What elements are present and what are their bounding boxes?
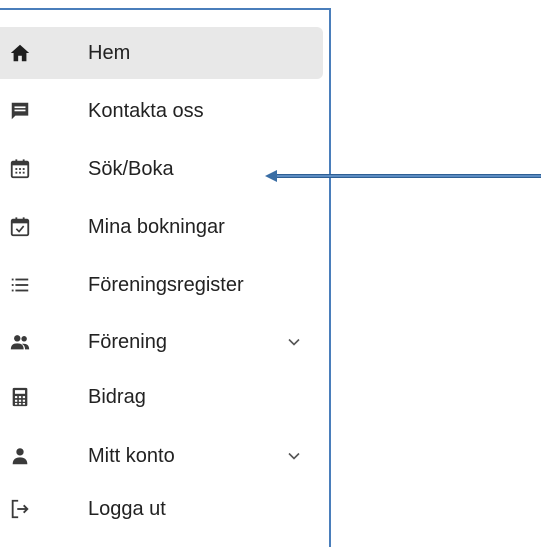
chevron-down-icon[interactable] xyxy=(287,335,301,349)
menu-item-mina-bokningar[interactable]: Mina bokningar xyxy=(0,201,323,253)
menu-item-logga-ut[interactable]: Logga ut xyxy=(0,483,323,535)
calendar-icon xyxy=(9,158,31,180)
annotation-arrow xyxy=(265,170,541,182)
menu-item-label: Förening xyxy=(88,330,167,353)
menu-item-bidrag[interactable]: Bidrag xyxy=(0,371,323,423)
group-icon xyxy=(9,331,31,353)
menu-item-label: Mitt konto xyxy=(88,444,175,467)
logout-icon xyxy=(9,498,31,520)
list-icon xyxy=(9,274,31,296)
menu-item-hem[interactable]: Hem xyxy=(0,27,323,79)
menu-item-forening[interactable]: Förening xyxy=(0,316,323,368)
screenshot-stage: Hem Kontakta oss Sök/Boka Mina bokningar xyxy=(0,0,543,547)
menu-item-kontakta-oss[interactable]: Kontakta oss xyxy=(0,85,323,137)
calendar-check-icon xyxy=(9,216,31,238)
menu-item-foreningsregister[interactable]: Föreningsregister xyxy=(0,259,323,311)
menu-item-label: Föreningsregister xyxy=(88,273,244,296)
calculator-icon xyxy=(9,386,31,408)
chevron-down-icon[interactable] xyxy=(287,449,301,463)
menu-item-mitt-konto[interactable]: Mitt konto xyxy=(0,430,323,482)
menu-item-label: Bidrag xyxy=(88,385,146,408)
side-navigation: Hem Kontakta oss Sök/Boka Mina bokningar xyxy=(0,8,331,547)
person-icon xyxy=(9,445,31,467)
menu-item-label: Kontakta oss xyxy=(88,99,204,122)
menu-item-label: Sök/Boka xyxy=(88,157,174,180)
message-icon xyxy=(9,100,31,122)
menu-item-label: Logga ut xyxy=(88,497,166,520)
menu-item-label: Mina bokningar xyxy=(88,215,225,238)
home-icon xyxy=(9,42,31,64)
menu-item-label: Hem xyxy=(88,41,131,64)
